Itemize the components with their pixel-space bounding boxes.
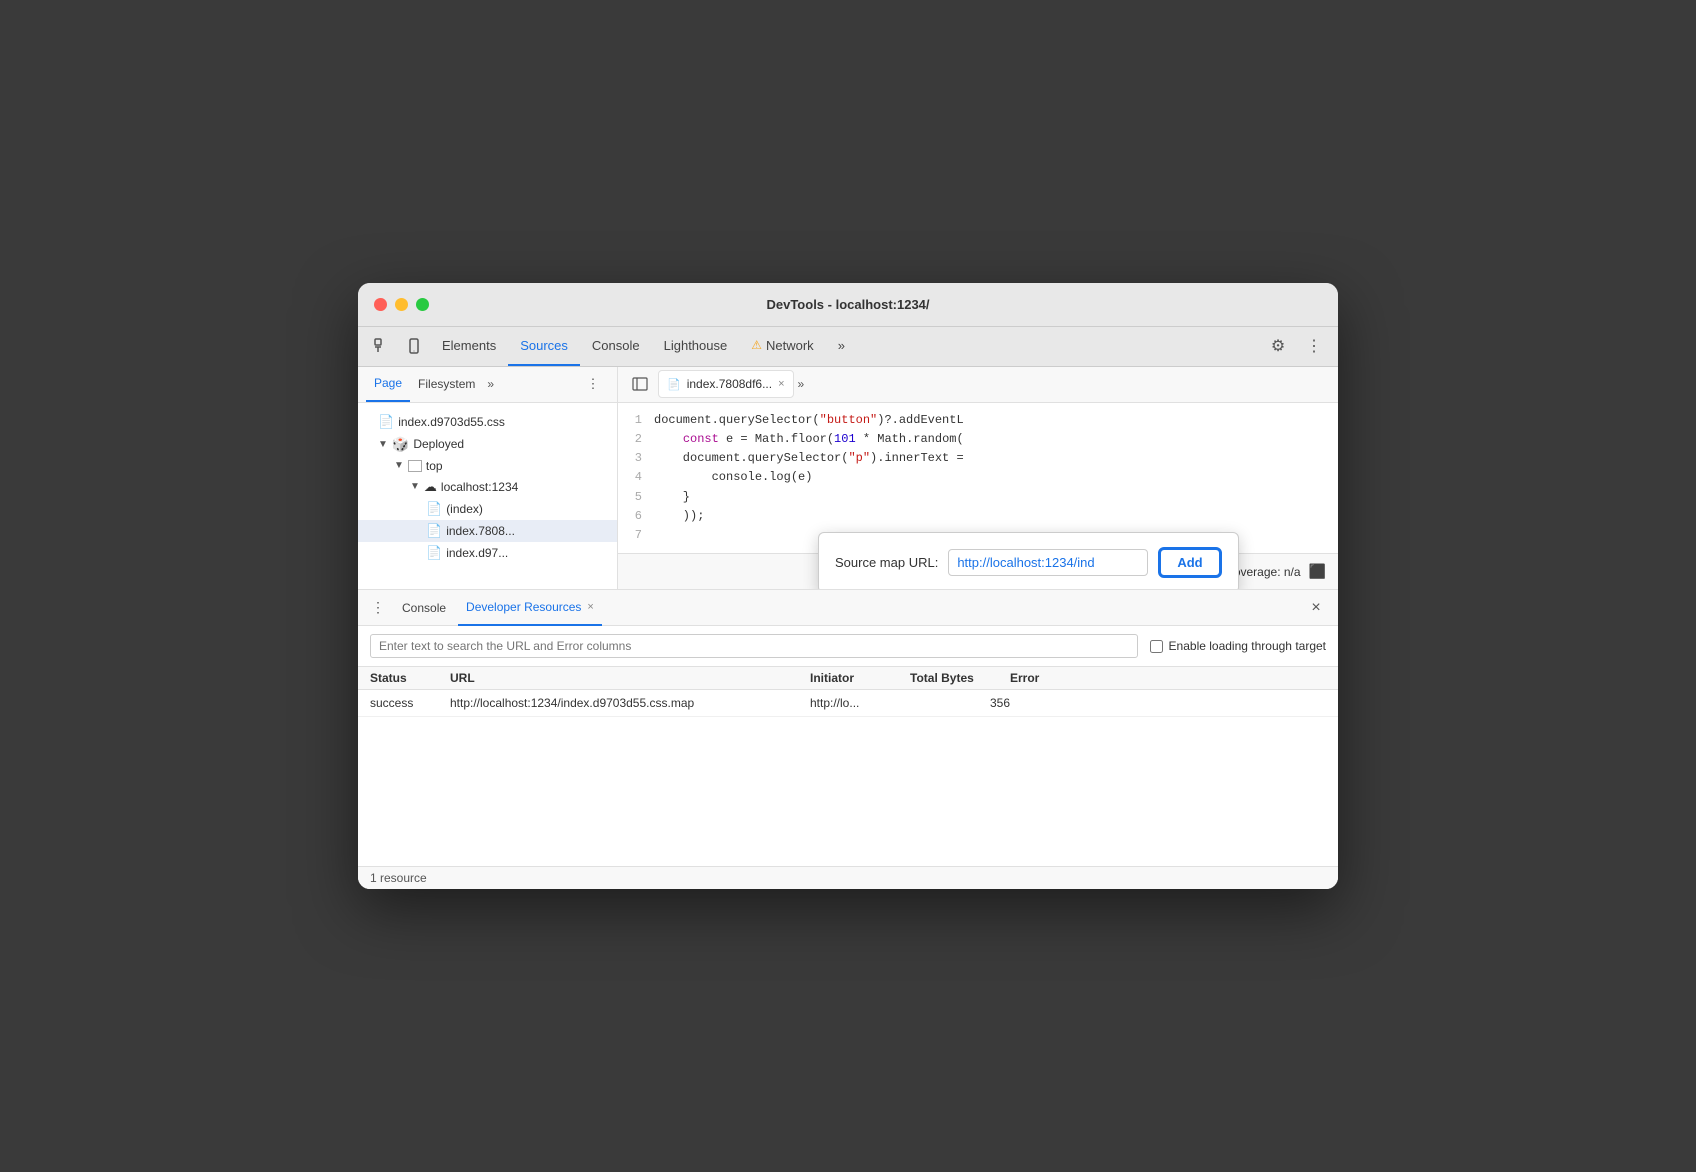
- bottom-tab-more-options[interactable]: ⋮: [366, 596, 390, 620]
- file-icon: 📄: [426, 501, 442, 517]
- bottom-panel: ⋮ Console Developer Resources × × Enable…: [358, 589, 1338, 889]
- inspect-icon[interactable]: [366, 330, 398, 362]
- list-item[interactable]: 📄 index.d97...: [358, 542, 617, 564]
- search-input[interactable]: [370, 634, 1138, 658]
- list-item[interactable]: ▼ top: [358, 456, 617, 476]
- main-content: Page Filesystem » ⋮ 📄 index.d9703d55.css: [358, 367, 1338, 589]
- titlebar: DevTools - localhost:1234/: [358, 283, 1338, 327]
- list-item[interactable]: ▼ 🎲 Deployed: [358, 433, 617, 456]
- code-editor[interactable]: 1 document.querySelector("button")?.addE…: [618, 403, 1338, 553]
- bottom-tabs: ⋮ Console Developer Resources × ×: [358, 590, 1338, 626]
- chevron-down-icon: ▼: [410, 481, 420, 492]
- bottom-tab-console[interactable]: Console: [394, 590, 454, 626]
- panel-tab-more[interactable]: »: [487, 377, 494, 391]
- table-row[interactable]: success http://localhost:1234/index.d970…: [358, 690, 1338, 717]
- sourcemap-popup: Source map URL: Add: [818, 532, 1239, 589]
- file-css-icon: 📄: [426, 545, 442, 561]
- code-line: 1 document.querySelector("button")?.addE…: [618, 411, 1338, 430]
- coverage-icon[interactable]: ⬛: [1309, 563, 1326, 580]
- sourcemap-add-button[interactable]: Add: [1158, 547, 1221, 578]
- bottom-tab-developer-resources[interactable]: Developer Resources ×: [458, 590, 602, 626]
- code-line: 4 console.log(e): [618, 468, 1338, 487]
- editor-tab-more[interactable]: »: [798, 377, 805, 391]
- more-options-button[interactable]: ⋮: [1298, 330, 1330, 362]
- panel-more-options[interactable]: ⋮: [577, 368, 609, 400]
- file-icon: 📄: [667, 378, 681, 391]
- minimize-button[interactable]: [395, 298, 408, 311]
- panel-tabs: Page Filesystem » ⋮: [358, 367, 617, 403]
- table-empty-space: [358, 717, 1338, 866]
- tab-network[interactable]: ⚠ Network: [739, 326, 825, 366]
- tab-elements[interactable]: Elements: [430, 326, 508, 366]
- panel-tab-page[interactable]: Page: [366, 367, 410, 403]
- file-js-icon: 📄: [426, 523, 442, 539]
- code-line: 3 document.querySelector("p").innerText …: [618, 449, 1338, 468]
- tab-sources[interactable]: Sources: [508, 326, 580, 366]
- file-tree: 📄 index.d9703d55.css ▼ 🎲 Deployed ▼ top: [358, 403, 617, 589]
- top-tabs-right: ⚙ ⋮: [1262, 330, 1330, 362]
- list-item[interactable]: 📄 index.d9703d55.css: [358, 411, 617, 433]
- tab-more[interactable]: »: [826, 326, 857, 366]
- list-item[interactable]: 📄 (index): [358, 498, 617, 520]
- frame-icon: [408, 460, 422, 472]
- chevron-down-icon: ▼: [394, 460, 404, 471]
- code-line: 2 const e = Math.floor(101 * Math.random…: [618, 430, 1338, 449]
- cloud-icon: ☁: [424, 479, 437, 495]
- search-bar: Enable loading through target: [358, 626, 1338, 667]
- window-title: DevTools - localhost:1234/: [766, 297, 929, 312]
- close-tab-icon[interactable]: ×: [778, 378, 784, 390]
- sidebar-toggle-icon[interactable]: [626, 370, 654, 398]
- list-item[interactable]: ▼ ☁ localhost:1234: [358, 476, 617, 498]
- list-item[interactable]: 📄 index.7808...: [358, 520, 617, 542]
- editor-tabs: 📄 index.7808df6... × »: [618, 367, 1338, 403]
- enable-loading-checkbox[interactable]: [1150, 640, 1163, 653]
- code-line: 5 }: [618, 488, 1338, 507]
- deployed-icon: 🎲: [392, 436, 409, 453]
- chevron-down-icon: ▼: [378, 439, 388, 450]
- maximize-button[interactable]: [416, 298, 429, 311]
- status-bar: 1 resource: [358, 866, 1338, 889]
- close-tab-icon[interactable]: ×: [587, 601, 593, 613]
- left-panel: Page Filesystem » ⋮ 📄 index.d9703d55.css: [358, 367, 618, 589]
- enable-loading-option: Enable loading through target: [1150, 639, 1326, 653]
- close-panel-button[interactable]: ×: [1302, 594, 1330, 622]
- sourcemap-url-input[interactable]: [948, 549, 1148, 576]
- panel-tab-filesystem[interactable]: Filesystem: [410, 367, 483, 403]
- warning-icon: ⚠: [751, 338, 762, 352]
- sourcemap-label: Source map URL:: [835, 555, 938, 570]
- file-css-icon: 📄: [378, 414, 394, 430]
- panel-actions: ⋮: [577, 368, 609, 400]
- mobile-icon[interactable]: [398, 330, 430, 362]
- right-panel: 📄 index.7808df6... × » 1 document.queryS…: [618, 367, 1338, 589]
- close-button[interactable]: [374, 298, 387, 311]
- traffic-lights: [374, 298, 429, 311]
- tab-console[interactable]: Console: [580, 326, 652, 366]
- top-tabs-bar: Elements Sources Console Lighthouse ⚠ Ne…: [358, 327, 1338, 367]
- code-line: 6 ));: [618, 507, 1338, 526]
- settings-button[interactable]: ⚙: [1262, 330, 1294, 362]
- tab-lighthouse[interactable]: Lighthouse: [652, 326, 740, 366]
- devtools-window: DevTools - localhost:1234/ Elements Sour…: [358, 283, 1338, 889]
- editor-tab-index[interactable]: 📄 index.7808df6... ×: [658, 370, 794, 398]
- table-header: Status URL Initiator Total Bytes Error: [358, 667, 1338, 690]
